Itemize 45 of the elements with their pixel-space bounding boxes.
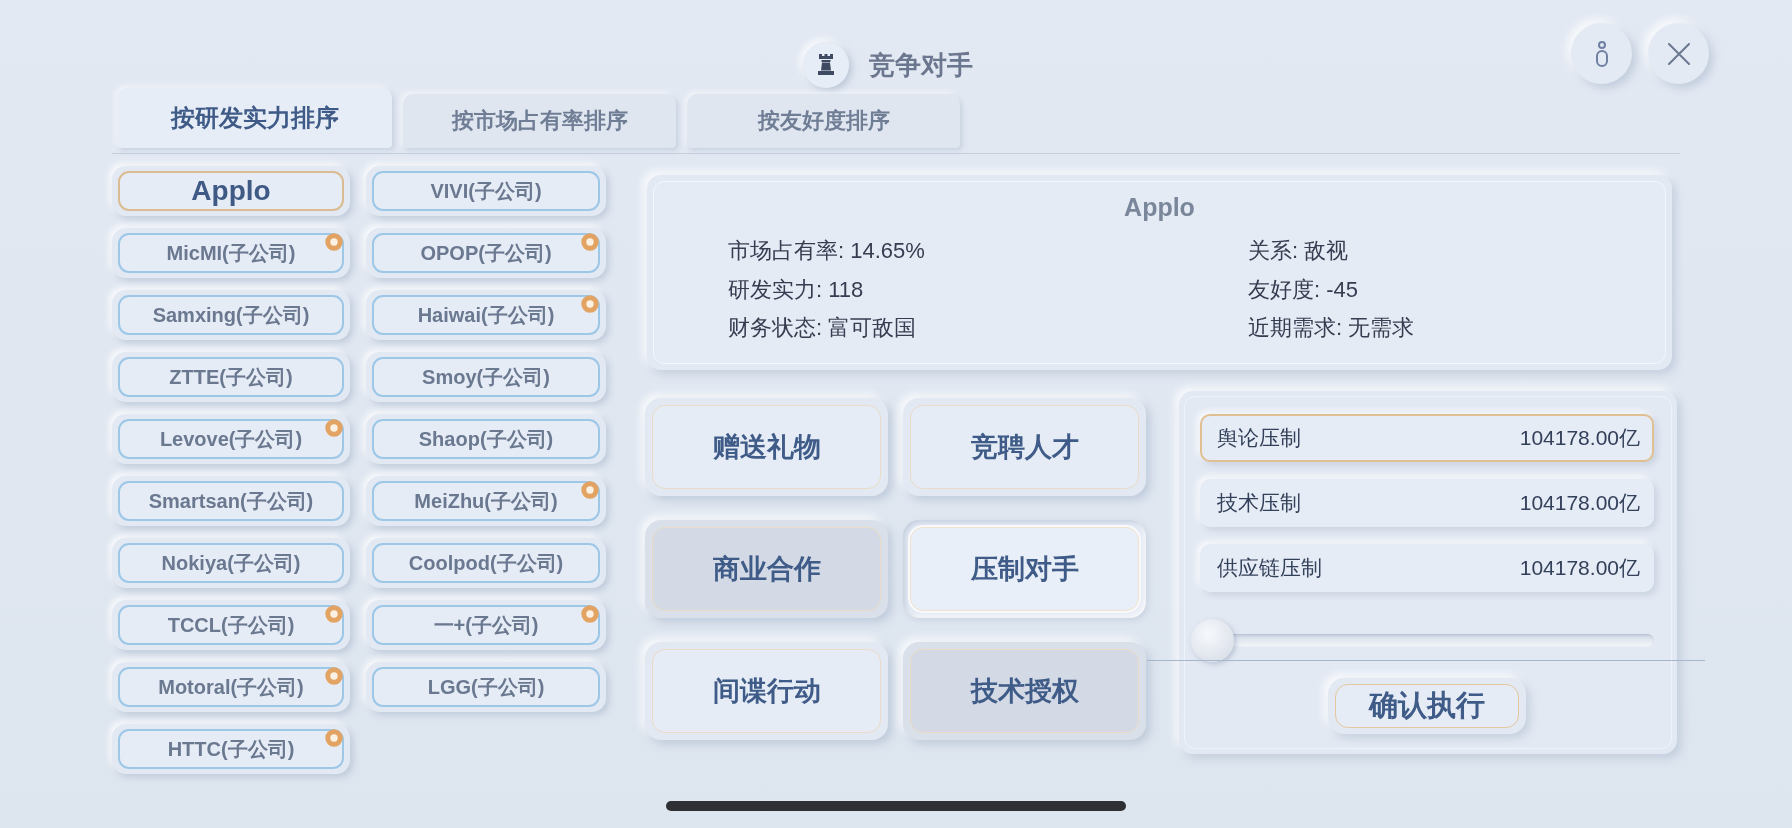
sort-tab[interactable]: 按市场占有率排序 [403, 94, 676, 148]
sort-tab[interactable]: 按研发实力排序 [117, 88, 392, 148]
suppress-option[interactable]: 供应链压制 104178.00亿 [1200, 544, 1654, 592]
info-text: 市场占有率: 14.65% [728, 237, 926, 265]
confirm-button[interactable]: 确认执行 [1328, 678, 1526, 734]
company-button[interactable]: LGG(子公司) [366, 662, 606, 712]
company-button[interactable]: Smartsan(子公司) [112, 476, 350, 526]
info-text: 财务状态: 富可敌国 [728, 314, 918, 342]
action-button[interactable]: 赠送礼物 [645, 398, 888, 496]
company-button[interactable]: OPOP(子公司) [366, 228, 606, 278]
info-text: 研发实力: 118 [728, 275, 865, 304]
company-button[interactable]: Shaop(子公司) [366, 414, 606, 464]
chess-rook-icon [802, 42, 849, 88]
action-button[interactable]: 间谍行动 [645, 642, 888, 740]
action-button[interactable]: 竞聘人才 [903, 398, 1146, 496]
close-icon [1667, 42, 1690, 65]
slider-thumb[interactable] [1191, 619, 1234, 662]
company-name: Applo [1123, 192, 1196, 223]
dialog-title: 竞争对手 [868, 50, 973, 80]
info-button[interactable] [1571, 23, 1632, 84]
company-button[interactable]: MeiZhu(子公司) [366, 476, 606, 526]
company-button[interactable]: Coolpod(子公司) [366, 538, 606, 588]
company-button[interactable]: Applo [112, 166, 350, 216]
info-text: 友好度: -45 [1248, 275, 1360, 304]
company-button[interactable]: VIVI(子公司) [366, 166, 606, 216]
info-text: 近期需求: 无需求 [1248, 314, 1416, 342]
company-button[interactable]: ZTTE(子公司) [112, 352, 350, 402]
company-button[interactable]: Levove(子公司) [112, 414, 350, 464]
suppress-option[interactable]: 技术压制 104178.00亿 [1200, 479, 1654, 527]
close-button[interactable] [1648, 23, 1709, 84]
company-button[interactable]: Motoral(子公司) [112, 662, 350, 712]
company-button[interactable]: HTTC(子公司) [112, 724, 350, 774]
company-button[interactable]: Samxing(子公司) [112, 290, 350, 340]
company-button[interactable]: Haiwai(子公司) [366, 290, 606, 340]
info-icon [1594, 40, 1609, 67]
company-button[interactable]: TCCL(子公司) [112, 600, 350, 650]
suppress-option[interactable]: 舆论压制 104178.00亿 [1200, 414, 1654, 462]
info-text: 关系: 敌视 [1248, 237, 1350, 265]
company-button[interactable]: Smoy(子公司) [366, 352, 606, 402]
sort-tab[interactable]: 按友好度排序 [687, 94, 960, 148]
slider-track[interactable] [1191, 619, 1654, 662]
company-button[interactable]: MicMI(子公司) [112, 228, 350, 278]
company-button[interactable]: 一+(子公司) [366, 600, 606, 650]
action-button[interactable]: 压制对手 [903, 520, 1146, 618]
company-button[interactable]: Nokiya(子公司) [112, 538, 350, 588]
